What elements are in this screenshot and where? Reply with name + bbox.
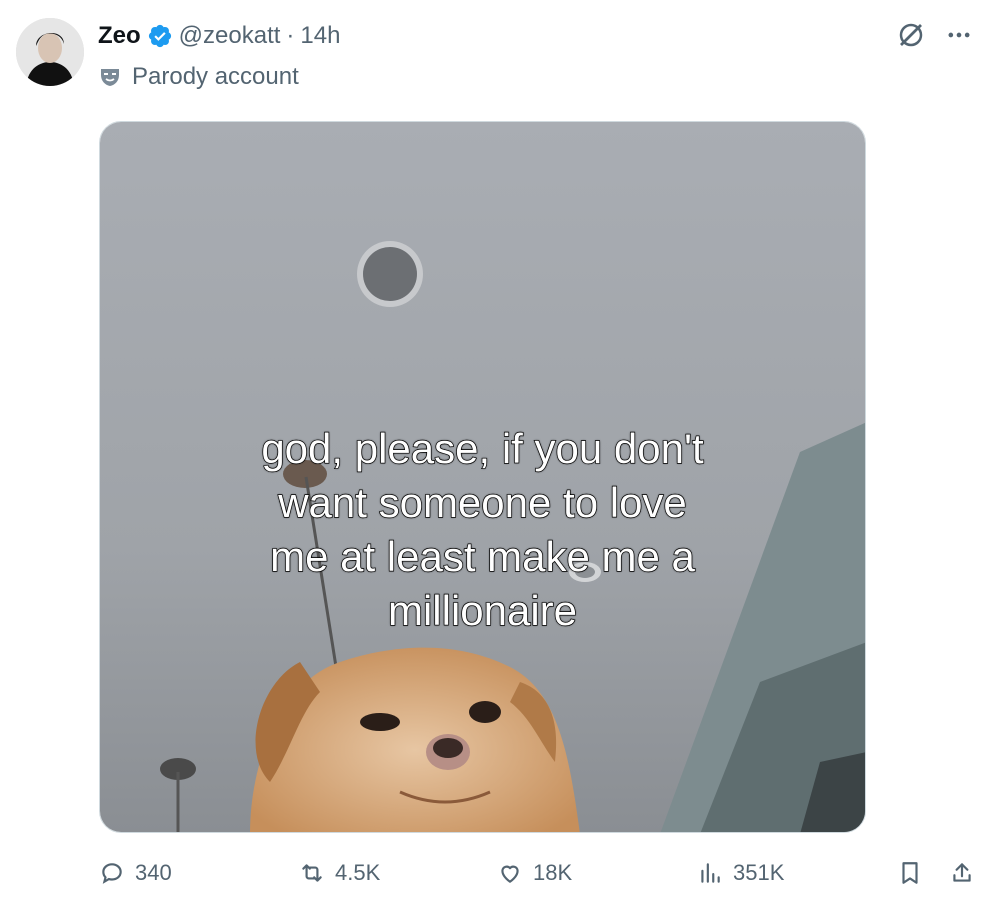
views-icon bbox=[701, 863, 720, 883]
avatar[interactable] bbox=[16, 18, 84, 86]
author-handle[interactable]: @zeokatt bbox=[179, 22, 281, 50]
more-icon[interactable] bbox=[942, 18, 976, 52]
reply-count: 340 bbox=[135, 860, 172, 885]
like-count: 18K bbox=[533, 860, 573, 885]
parody-label: Parody account bbox=[98, 60, 299, 94]
top-actions bbox=[894, 18, 976, 52]
reply-button[interactable]: 340 bbox=[99, 852, 172, 894]
repost-count: 4.5K bbox=[335, 860, 381, 885]
meme-caption: god, please, if you don't want someone t… bbox=[261, 424, 705, 634]
heart-icon bbox=[501, 865, 519, 883]
views-count: 351K bbox=[733, 860, 785, 885]
separator-dot: · bbox=[286, 22, 295, 49]
action-bar: 340 4.5K 18K 351K bbox=[99, 852, 979, 894]
bookmark-button[interactable] bbox=[897, 852, 923, 894]
repost-icon bbox=[302, 864, 322, 882]
avatar-image bbox=[16, 18, 84, 86]
verified-badge-icon bbox=[148, 24, 171, 48]
like-button[interactable]: 18K bbox=[497, 852, 572, 894]
views-button[interactable]: 351K bbox=[697, 852, 784, 894]
share-icon bbox=[953, 863, 971, 882]
post-header: Zeo @zeokatt · 14h bbox=[98, 18, 340, 54]
parody-mask-icon bbox=[101, 69, 119, 86]
bookmark-icon bbox=[902, 862, 918, 884]
reply-icon bbox=[102, 863, 122, 884]
grok-icon[interactable] bbox=[894, 18, 928, 52]
author-name[interactable]: Zeo bbox=[98, 22, 141, 50]
share-button[interactable] bbox=[949, 852, 975, 894]
post-media[interactable]: god, please, if you don't want someone t… bbox=[99, 121, 866, 833]
post-time[interactable]: 14h bbox=[300, 22, 340, 50]
repost-button[interactable]: 4.5K bbox=[299, 852, 380, 894]
parody-text: Parody account bbox=[132, 63, 299, 90]
